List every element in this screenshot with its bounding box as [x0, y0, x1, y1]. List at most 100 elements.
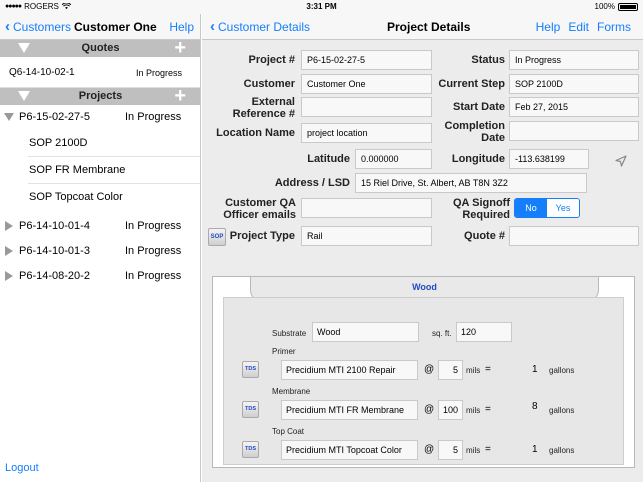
current-step-field[interactable]: SOP 2100D	[509, 74, 639, 94]
customer-qa-emails-label: Customer QA Officer emails	[223, 197, 296, 221]
sop-row[interactable]: SOP 2100D	[28, 130, 200, 157]
location-name-field[interactable]: project location	[301, 123, 432, 143]
customer-details-back-button[interactable]: ‹ Customer Details	[210, 18, 310, 35]
collapsed-triangle-icon[interactable]	[5, 271, 13, 281]
status-field[interactable]: In Progress	[509, 50, 639, 70]
equals-sign: =	[485, 404, 491, 415]
external-reference-field[interactable]	[301, 97, 432, 117]
logout-button[interactable]: Logout	[5, 462, 39, 474]
project-id: P6-14-10-01-4	[19, 220, 90, 232]
product-field[interactable]: Precidium MTI 2100 Repair	[281, 360, 418, 380]
at-sign: @	[424, 404, 435, 415]
sop-row[interactable]: SOP FR Membrane	[28, 157, 200, 184]
layer-label: Primer	[272, 347, 296, 356]
project-row[interactable]: P6-14-10-01-4 In Progress	[0, 214, 200, 239]
left-pane: ‹ Customers Customer One Help Quotes + Q…	[0, 14, 201, 482]
tds-button[interactable]: TDS	[242, 441, 259, 458]
edit-button[interactable]: Edit	[568, 20, 589, 34]
project-row[interactable]: P6-14-10-01-3 In Progress	[0, 239, 200, 264]
tds-button[interactable]: TDS	[242, 401, 259, 418]
mils-label: mils	[466, 446, 481, 455]
layer-label: Top Coat	[272, 427, 305, 436]
sop-label: SOP Topcoat Color	[29, 191, 123, 203]
gallons-value: 8	[532, 401, 538, 412]
qa-signoff-toggle[interactable]: No Yes	[514, 198, 580, 218]
project-type-label: Project Type	[229, 230, 295, 242]
gallons-label: gallons	[549, 446, 575, 455]
quotes-section-title: Quotes	[81, 42, 120, 54]
gallons-label: gallons	[549, 406, 575, 415]
customers-back-button[interactable]: ‹ Customers	[5, 19, 72, 34]
quote-number-field[interactable]	[509, 226, 639, 246]
nav-actions: Help Edit Forms	[536, 20, 631, 34]
project-status: In Progress	[125, 111, 182, 123]
projects-section-header[interactable]: Projects +	[0, 85, 200, 107]
tds-button[interactable]: TDS	[242, 361, 259, 378]
longitude-field[interactable]: -113.638199	[509, 149, 589, 169]
left-nav-bar: ‹ Customers Customer One Help	[0, 14, 200, 40]
gallons-label: gallons	[549, 366, 575, 375]
project-row[interactable]: P6-14-08-20-2 In Progress	[0, 264, 200, 289]
status-time: 3:31 PM	[306, 2, 337, 11]
project-number-field[interactable]: P6-15-02-27-5	[301, 50, 432, 70]
mils-label: mils	[466, 366, 481, 375]
customer-label: Customer	[243, 78, 295, 90]
equals-sign: =	[485, 444, 491, 455]
project-status: In Progress	[125, 245, 182, 257]
customer-qa-emails-field[interactable]	[301, 198, 432, 218]
substrate-label: Substrate	[272, 329, 307, 338]
wood-card-body: Substrate Wood sq. ft. 120 Primer TDS Pr…	[223, 297, 624, 465]
project-status: In Progress	[125, 270, 182, 282]
layer-label: Membrane	[272, 387, 311, 396]
gallons-value: 1	[532, 364, 538, 375]
external-reference-label: External Reference #	[232, 96, 295, 120]
product-field[interactable]: Precidium MTI Topcoat Color	[281, 440, 418, 460]
projects-section-title: Projects	[78, 90, 123, 102]
address-field[interactable]: 15 Riel Drive, St. Albert, AB T8N 3Z2	[355, 173, 587, 193]
product-field[interactable]: Precidium MTI FR Membrane	[281, 400, 418, 420]
sqft-field[interactable]: 120	[456, 322, 512, 342]
forms-button[interactable]: Forms	[597, 20, 631, 34]
qa-signoff-label: QA Signoff Required	[452, 197, 510, 221]
right-nav-title: Project Details	[387, 20, 471, 34]
help-button[interactable]: Help	[536, 20, 561, 34]
back-label: Customers	[13, 20, 72, 34]
sqft-label: sq. ft.	[432, 329, 452, 338]
collapsed-triangle-icon[interactable]	[5, 221, 13, 231]
mils-field[interactable]: 5	[438, 360, 463, 380]
left-nav-title: Customer One	[74, 20, 157, 34]
latitude-field[interactable]: 0.000000	[355, 149, 432, 169]
location-name-label: Location Name	[216, 127, 295, 139]
mils-field[interactable]: 5	[438, 440, 463, 460]
expanded-triangle-icon[interactable]	[4, 113, 14, 121]
left-help-button[interactable]: Help	[169, 20, 194, 34]
qa-signoff-no-option[interactable]: No	[515, 199, 547, 217]
quotes-section-header[interactable]: Quotes +	[0, 37, 200, 59]
project-row[interactable]: P6-15-02-27-5 In Progress	[0, 105, 200, 130]
equals-sign: =	[485, 364, 491, 375]
completion-date-field[interactable]	[509, 121, 639, 141]
sop-row[interactable]: SOP Topcoat Color	[28, 184, 200, 211]
address-label: Address / LSD	[274, 177, 350, 189]
latitude-label: Latitude	[307, 153, 350, 165]
quote-number-label: Quote #	[464, 230, 505, 242]
substrate-field[interactable]: Wood	[312, 322, 419, 342]
location-arrow-icon[interactable]	[615, 155, 627, 167]
wood-card: Wood Substrate Wood sq. ft. 120 Primer T…	[212, 276, 635, 468]
customer-field[interactable]: Customer One	[301, 74, 432, 94]
start-date-field[interactable]: Feb 27, 2015	[509, 97, 639, 117]
battery-icon	[618, 2, 638, 11]
quote-id: Q6-14-10-02-1	[9, 67, 75, 78]
wood-card-title: Wood	[412, 282, 437, 292]
status-right: 100%	[595, 2, 638, 11]
project-type-field[interactable]: Rail	[301, 226, 432, 246]
quote-row[interactable]: Q6-14-10-02-1 In Progress	[0, 57, 200, 88]
at-sign: @	[424, 364, 435, 375]
chevron-left-icon: ‹	[210, 18, 215, 35]
qa-signoff-yes-option[interactable]: Yes	[547, 199, 579, 217]
current-step-label: Current Step	[438, 78, 505, 90]
mils-field[interactable]: 100	[438, 400, 463, 420]
sop-label: SOP FR Membrane	[29, 164, 126, 176]
gallons-value: 1	[532, 444, 538, 455]
collapsed-triangle-icon[interactable]	[5, 246, 13, 256]
